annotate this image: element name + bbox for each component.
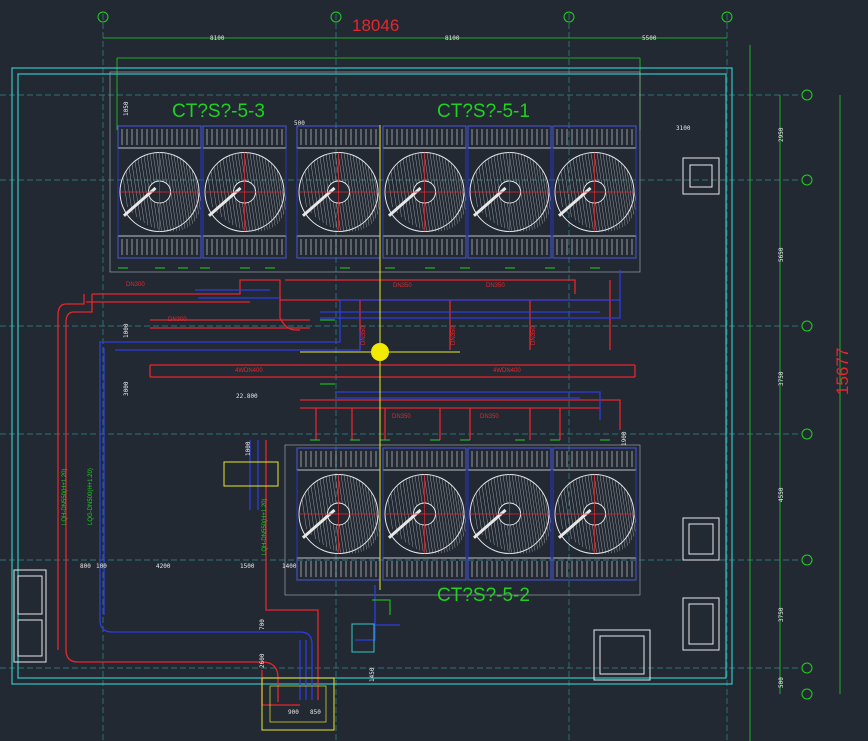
dim-3100: 3100 [676,125,691,132]
right-dims: 2950 5650 3750 4550 3750 500 [778,127,785,688]
dim-500: 500 [294,120,305,127]
pipe-label-dn350a: DN350 [393,283,412,289]
dim-1500: 1500 [240,563,255,570]
dim-1050: 1050 [123,101,130,116]
tower-label-bottom: CT?S?-5-2 [437,585,530,606]
building-outline [11,67,733,685]
top-dim-3: 5500 [642,35,657,42]
dim-1000: 1000 [123,323,130,338]
pipe-label-dn350-v3: DN350 [531,326,537,345]
tower-cell-top-5 [467,125,552,259]
right-dim-3: 3750 [778,371,785,386]
pipe-label-dn300a: DN300 [126,282,145,288]
dim-1900: 1900 [621,431,628,446]
tower-cell-top-6 [552,125,637,259]
riser-label-left-inner: LQG-DN500(H+1.20) [88,468,94,525]
dim-850: 850 [310,709,321,716]
valve-tank [351,623,375,653]
pipe-label-dn350b: DN350 [486,283,505,289]
top-dim-2: 8100 [445,35,460,42]
pipe-label-dn350-v2: DN350 [451,326,457,345]
pipe-blue-network [99,270,621,700]
dim-100: 100 [96,563,107,570]
riser-labels: LQH-DN550(H+1.20) LQG-DN500(H+1.20) LQH-… [62,468,268,555]
dim-1400: 1400 [282,563,297,570]
dim-900: 900 [288,709,299,716]
right-dim-2: 5650 [778,247,785,262]
right-dim-5: 3750 [778,607,785,622]
top-dim-1: 8100 [210,35,225,42]
pipe-label-dn400-left: 4WDN400 [235,368,263,374]
top-grid-bubbles [97,11,733,23]
top-tower-group [117,125,637,259]
dim-2600: 2600 [259,653,266,668]
overall-height-dim: 15677 [833,348,852,395]
elevation: 22.800 [236,393,258,400]
riser-label-valve: LQH-DN550(H+1.20) [262,498,268,555]
pipe-label-dn350c: DN350 [392,414,411,420]
pipe-label-dn300b: DN300 [168,317,187,323]
dim-4200: 4200 [156,563,171,570]
dim-1000b: 1000 [245,441,252,456]
top-dimension-lines [103,37,841,741]
pipe-label-dn400-right: 4WDN400 [493,368,521,374]
pipe-label-dn350d: DN350 [480,414,499,420]
right-dim-6: 500 [778,677,785,688]
tower-cell-top-4 [382,125,467,259]
tower-cell-top-2 [202,125,287,259]
riser-label-left-outer: LQH-DN550(H+1.20) [62,468,68,525]
dim-1450: 1450 [369,667,376,682]
equipment-box [223,461,279,487]
right-grid-bubbles [801,89,813,700]
dim-3000: 3000 [123,381,130,396]
cad-drawing: 18046 15677 8100 8100 5500 2950 5650 375… [0,11,852,741]
tower-label-top-left: CT?S?-5-3 [172,101,265,122]
tower-label-top-right: CT?S?-5-1 [437,101,530,122]
tower-cell-top-1 [117,125,202,259]
dim-700: 700 [259,619,266,630]
dim-800: 800 [80,563,91,570]
right-dim-1: 2950 [778,127,785,142]
pipe-label-dn350-v1: DN350 [361,326,367,345]
overall-width-dim: 18046 [352,16,399,35]
pipe-labels: DN300 DN300 DN350 DN350 DN350 DN350 4WDN… [126,282,537,420]
tower-cell-top-3 [296,125,381,259]
right-dim-4: 4550 [778,487,785,502]
